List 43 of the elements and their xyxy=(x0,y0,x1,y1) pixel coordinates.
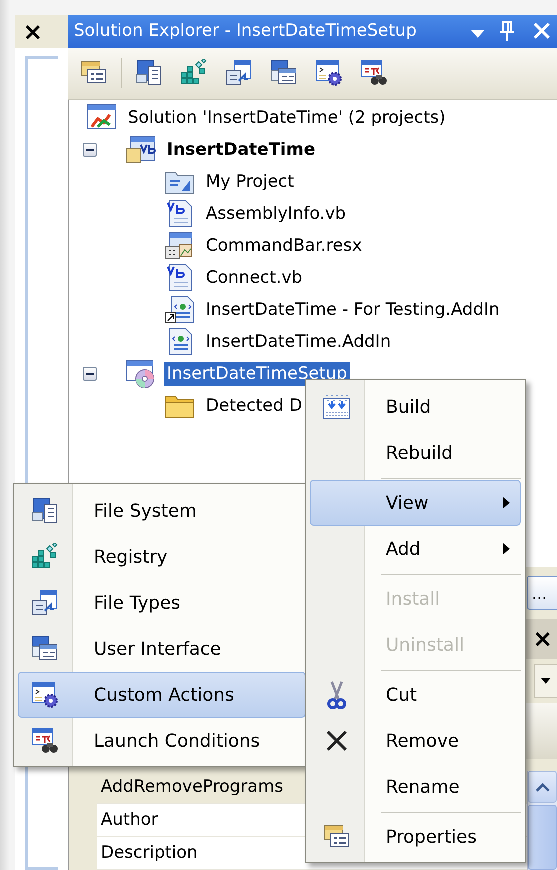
tree-item[interactable]: My Project xyxy=(203,170,298,194)
close-icon[interactable] xyxy=(533,22,551,40)
ellipsis-button[interactable]: ... xyxy=(527,576,557,610)
collapse-icon[interactable] xyxy=(83,142,97,157)
dropdown-icon[interactable] xyxy=(471,30,485,38)
setup-project-icon xyxy=(125,358,157,389)
menu-item[interactable]: File System xyxy=(18,488,306,534)
menu-item[interactable]: Custom Actions xyxy=(18,672,306,718)
build-icon xyxy=(322,393,352,421)
properties-icon[interactable] xyxy=(80,60,108,86)
menu-item[interactable]: User Interface xyxy=(18,626,306,672)
menu-item[interactable]: Add xyxy=(310,526,521,572)
scrollbar[interactable] xyxy=(527,771,557,870)
submenu-arrow-icon xyxy=(503,497,510,509)
dropdown-button[interactable] xyxy=(534,664,557,698)
menu-item[interactable]: Cut xyxy=(310,672,521,718)
tree-item[interactable]: Detected D xyxy=(203,394,306,418)
tree-item[interactable]: InsertDateTime - For Testing.AddIn xyxy=(203,298,503,322)
scroll-up-icon[interactable] xyxy=(536,782,550,792)
menu-item[interactable]: Rebuild xyxy=(310,430,521,476)
tree-item[interactable]: InsertDateTimeSetup xyxy=(164,362,350,386)
tree-item[interactable]: Connect.vb xyxy=(203,266,306,290)
vb-project-icon xyxy=(125,134,157,165)
tree-item[interactable]: Solution 'InsertDateTime' (2 projects) xyxy=(125,106,449,130)
panel-title: Solution Explorer - InsertDateTimeSetup xyxy=(74,21,418,42)
tree-item[interactable]: InsertDateTime.AddIn xyxy=(203,330,394,354)
menu-item[interactable]: Launch Conditions xyxy=(18,718,306,764)
collapse-icon[interactable] xyxy=(83,366,97,381)
menu-item[interactable]: Build xyxy=(310,384,521,430)
menu-item[interactable]: View xyxy=(310,480,521,526)
close-button[interactable]: × xyxy=(532,627,553,651)
pin-icon[interactable] xyxy=(499,20,515,42)
menu-item[interactable]: Remove xyxy=(310,718,521,764)
submenu-arrow-icon xyxy=(503,543,510,555)
addin-shortcut-icon xyxy=(164,294,196,325)
scissors-icon xyxy=(327,680,347,710)
menu-item[interactable]: Registry xyxy=(18,534,306,580)
tree-item[interactable]: InsertDateTime xyxy=(164,138,318,162)
tree-item[interactable]: AssemblyInfo.vb xyxy=(203,202,350,226)
menu-item[interactable]: File Types xyxy=(18,580,306,626)
x-mark-icon xyxy=(325,729,349,753)
properties-icon[interactable] xyxy=(323,824,351,850)
tree-item[interactable]: CommandBar.resx xyxy=(203,234,366,258)
